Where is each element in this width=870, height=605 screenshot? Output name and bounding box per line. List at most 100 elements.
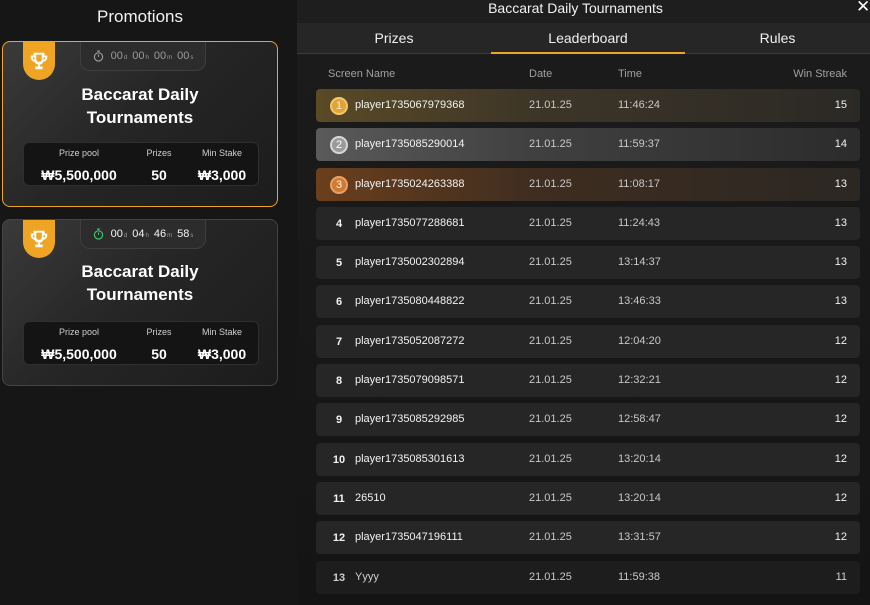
min-stake-stat: Min Stake ₩3,000 <box>188 327 256 362</box>
tab-leaderboard[interactable]: Leaderboard <box>491 23 685 54</box>
date-cell: 21.01.25 <box>529 491 572 504</box>
table-row: 10 player1735085301613 21.01.25 13:20:14 12 <box>316 442 860 476</box>
tournament-panel: Baccarat Daily Tournaments ✕ Prizes Lead… <box>297 0 870 605</box>
countdown-timer: 00d 00h 00m 00s <box>80 42 206 71</box>
table-row: 3 player1735024263388 21.01.25 11:08:17 13 <box>316 167 860 201</box>
card-title: Baccarat Daily Tournaments <box>3 260 277 306</box>
time-cell: 13:46:33 <box>618 295 661 308</box>
table-row: 4 player1735077288681 21.01.25 11:24:43 13 <box>316 206 860 240</box>
column-header-time: Time <box>618 68 643 80</box>
tab-rules[interactable]: Rules <box>685 23 870 54</box>
trophy-badge <box>23 42 55 80</box>
win-streak-cell: 12 <box>834 374 847 387</box>
timer-seconds: 58s <box>177 228 194 240</box>
prize-pool-value: ₩5,500,000 <box>41 167 117 183</box>
promotions-panel: Promotions 00d 00h 00m 00s Baccarat Dail… <box>0 0 284 605</box>
time-cell: 12:58:47 <box>618 413 661 426</box>
stopwatch-icon <box>93 228 103 240</box>
win-streak-cell: 13 <box>834 295 847 308</box>
screen-name-cell: player1735085290014 <box>355 138 465 151</box>
date-cell: 21.01.25 <box>529 216 572 229</box>
table-row: 5 player1735002302894 21.01.25 13:14:37 13 <box>316 246 860 280</box>
column-header-win-streak: Win Streak <box>793 68 847 80</box>
timer-hours: 04h <box>132 228 149 240</box>
min-stake-stat: Min Stake ₩3,000 <box>188 148 256 183</box>
prizes-value: 50 <box>151 167 167 183</box>
prize-pool-stat: Prize pool ₩5,500,000 <box>30 327 128 362</box>
screen-name-cell: player1735024263388 <box>355 177 465 190</box>
timer-days: 00d <box>110 228 128 240</box>
time-cell: 13:31:57 <box>618 531 661 544</box>
promotion-card[interactable]: 00d 00h 00m 00s Baccarat Daily Tournamen… <box>2 41 278 207</box>
time-cell: 13:20:14 <box>618 452 661 465</box>
timer-minutes: 46m <box>153 228 173 240</box>
tab-prizes[interactable]: Prizes <box>297 23 491 54</box>
win-streak-cell: 12 <box>834 491 847 504</box>
min-stake-label: Min Stake <box>201 148 243 158</box>
screen-name-cell: 26510 <box>355 491 386 504</box>
prize-pool-value: ₩5,500,000 <box>41 346 117 362</box>
timer-days: 00d <box>110 50 128 62</box>
trophy-icon <box>30 52 48 70</box>
column-header-screen-name: Screen Name <box>328 68 396 80</box>
win-streak-cell: 12 <box>834 334 847 347</box>
date-cell: 21.01.25 <box>529 256 572 269</box>
date-cell: 21.01.25 <box>529 99 572 111</box>
screen-name-cell: player1735067979368 <box>355 99 465 111</box>
win-streak-cell: 12 <box>834 413 847 426</box>
prizes-stat: Prizes 50 <box>134 327 184 362</box>
date-cell: 21.01.25 <box>529 570 572 583</box>
rank-number: 6 <box>335 296 343 309</box>
rank-number: 7 <box>335 335 343 348</box>
win-streak-cell: 13 <box>834 256 847 269</box>
min-stake-value: ₩3,000 <box>197 346 247 362</box>
gold-medal-icon: 1 <box>330 97 348 115</box>
rank-number: 9 <box>335 414 343 427</box>
screen-name-cell: player1735077288681 <box>355 216 465 229</box>
promotion-card[interactable]: 00d 04h 46m 58s Baccarat Daily Tournamen… <box>2 219 278 386</box>
table-row: 9 player1735085292985 21.01.25 12:58:47 12 <box>316 403 860 437</box>
countdown-timer: 00d 04h 46m 58s <box>80 220 206 249</box>
table-row: 2 player1735085290014 21.01.25 11:59:37 14 <box>316 128 860 162</box>
screen-name-cell: player1735002302894 <box>355 256 465 269</box>
date-cell: 21.01.25 <box>529 334 572 347</box>
date-cell: 21.01.25 <box>529 413 572 426</box>
promotions-title: Promotions <box>97 7 183 26</box>
win-streak-cell: 12 <box>834 531 847 544</box>
card-title-line1: Baccarat Daily <box>81 262 199 281</box>
rank-number: 12 <box>332 532 346 545</box>
prize-pool-stat: Prize pool ₩5,500,000 <box>30 148 128 183</box>
screen-name-cell: player1735079098571 <box>355 374 465 387</box>
stopwatch-icon <box>93 50 103 62</box>
table-row: 1 player1735067979368 21.01.25 11:46:24 15 <box>316 89 860 122</box>
date-cell: 21.01.25 <box>529 374 572 387</box>
rank-number: 8 <box>335 375 343 388</box>
time-cell: 13:20:14 <box>618 491 661 504</box>
card-title: Baccarat Daily Tournaments <box>3 83 277 129</box>
timer-hours: 00h <box>132 50 149 62</box>
tab-bar: Prizes Leaderboard Rules <box>297 23 870 54</box>
screen-name-cell: Yyyy <box>355 570 379 583</box>
min-stake-value: ₩3,000 <box>197 167 247 183</box>
time-cell: 12:32:21 <box>618 374 661 387</box>
win-streak-cell: 13 <box>834 177 847 190</box>
close-icon[interactable]: ✕ <box>856 0 870 15</box>
timer-minutes: 00m <box>153 50 173 62</box>
card-stats: Prize pool ₩5,500,000 Prizes 50 Min Stak… <box>23 321 259 365</box>
prize-pool-label: Prize pool <box>58 327 100 337</box>
table-row: 6 player1735080448822 21.01.25 13:46:33 13 <box>316 285 860 319</box>
time-cell: 11:59:38 <box>618 570 661 583</box>
win-streak-cell: 13 <box>834 216 847 229</box>
card-title-line2: Tournaments <box>86 108 194 127</box>
table-row: 11 26510 21.01.25 13:20:14 12 <box>316 481 860 515</box>
rank-number: 10 <box>332 453 346 466</box>
time-cell: 11:08:17 <box>618 177 661 190</box>
timer-seconds: 00s <box>177 50 194 62</box>
leaderboard[interactable]: Screen Name Date Time Win Streak 1 player… <box>297 55 870 605</box>
prizes-stat: Prizes 50 <box>134 148 184 183</box>
screen-name-cell: player1735085292985 <box>355 413 465 426</box>
table-row: 8 player1735079098571 21.01.25 12:32:21 12 <box>316 364 860 398</box>
rank-number: 4 <box>335 217 343 230</box>
date-cell: 21.01.25 <box>529 138 572 151</box>
trophy-icon <box>30 230 48 248</box>
